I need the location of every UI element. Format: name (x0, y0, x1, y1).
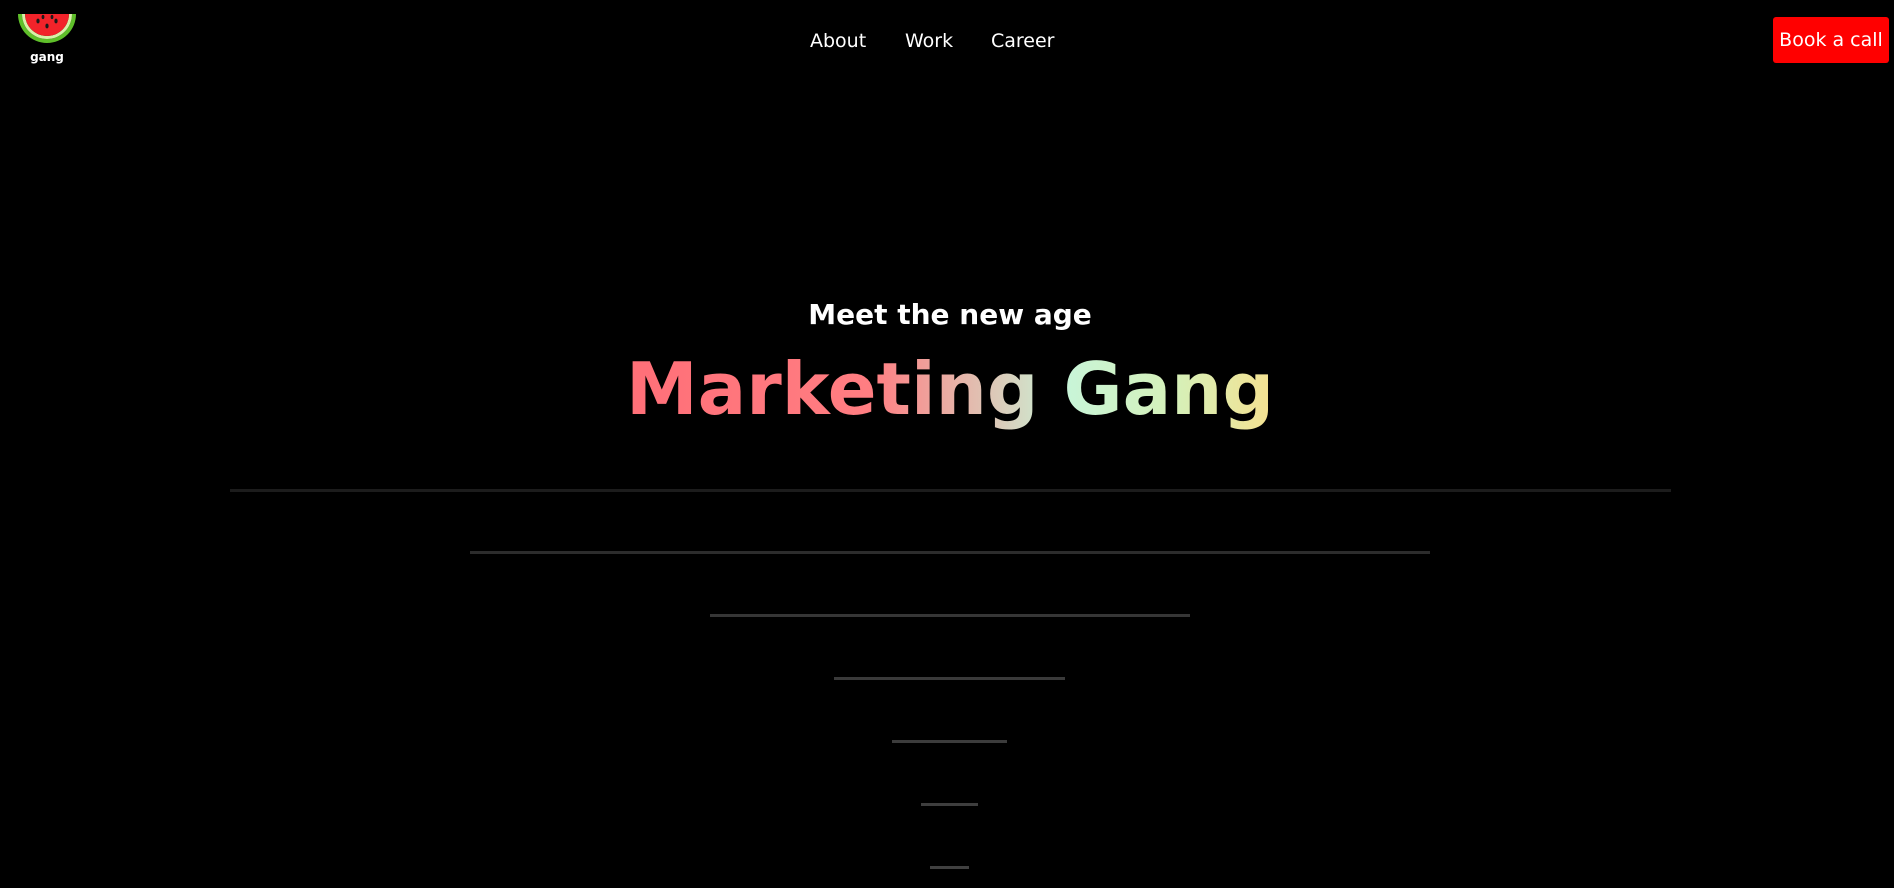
decorative-line (230, 489, 1671, 492)
page: gang About Work Career Book a call Meet … (0, 0, 1894, 888)
nav-link-work[interactable]: Work (905, 28, 953, 54)
hero-title: Marketing Gang (0, 344, 1894, 434)
decorative-line (930, 866, 969, 869)
main-nav: About Work Career (0, 28, 1894, 56)
book-a-call-button[interactable]: Book a call (1773, 17, 1889, 63)
nav-link-about[interactable]: About (810, 28, 866, 54)
hero-title-text: Marketing Gang (626, 344, 1274, 434)
nav-link-career[interactable]: Career (991, 28, 1055, 54)
decorative-line (834, 677, 1065, 680)
hero-kicker: Meet the new age (808, 298, 1092, 331)
decorative-line (710, 614, 1190, 617)
decorative-line (470, 551, 1430, 554)
decorative-line (921, 803, 978, 806)
decorative-line (892, 740, 1007, 743)
